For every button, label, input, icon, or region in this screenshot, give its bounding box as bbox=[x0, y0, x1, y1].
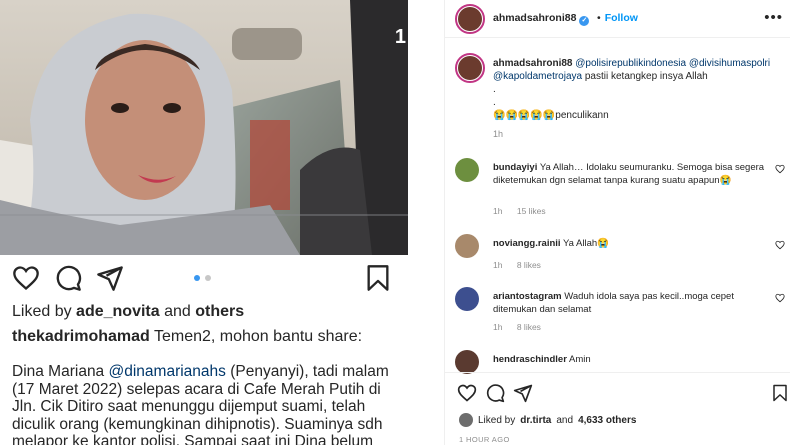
caption-avatar[interactable] bbox=[455, 53, 485, 83]
footer-liked-user-link[interactable]: dr.tirta bbox=[520, 415, 551, 426]
header-dot: • bbox=[597, 12, 601, 24]
comment-text: ariantostagram Waduh idola saya pas keci… bbox=[493, 290, 775, 316]
heart-icon[interactable] bbox=[457, 383, 477, 403]
comment-body: Ya Allah😭 bbox=[563, 238, 610, 249]
comment-text: bundayiyi Ya Allah… Idolaku seumuranku. … bbox=[493, 161, 775, 187]
comment-avatar[interactable] bbox=[455, 234, 479, 258]
bookmark-icon[interactable] bbox=[364, 264, 392, 292]
photo-illustration bbox=[0, 0, 408, 255]
comment-username-link[interactable]: ariantostagram bbox=[493, 291, 562, 302]
liker-avatar[interactable] bbox=[459, 413, 473, 427]
bookmark-icon[interactable] bbox=[771, 383, 789, 403]
carousel-dots bbox=[194, 275, 211, 281]
liked-and: and bbox=[164, 303, 191, 320]
comment-text: hendraschindler Amin bbox=[493, 353, 775, 366]
caption-line2: . bbox=[493, 84, 496, 95]
caption-username-link[interactable]: thekadrimohamad bbox=[12, 328, 150, 345]
comments-sidebar: ahmadsahroni88 ✓ • Follow ••• ahmadsahroni… bbox=[444, 0, 790, 445]
header-username-text[interactable]: ahmadsahroni88 bbox=[493, 12, 576, 24]
share-icon[interactable] bbox=[513, 383, 533, 403]
follow-button[interactable]: • Follow bbox=[597, 12, 638, 24]
caption-main-text: pastii ketangkep insya Allah bbox=[584, 71, 708, 82]
caption-name: Dina Mariana bbox=[12, 363, 105, 380]
footer-liked-prefix: Liked by bbox=[478, 414, 516, 426]
caption-emoji: 😭😭😭😭😭 bbox=[493, 110, 556, 121]
comment-body: Amin bbox=[569, 354, 591, 365]
footer-liked-count-link[interactable]: 4,633 others bbox=[578, 415, 636, 426]
caption-time[interactable]: 1h bbox=[493, 129, 503, 139]
caption-line4-text: penculikann bbox=[555, 110, 609, 121]
comment-time[interactable]: 1h bbox=[493, 260, 502, 270]
photo-counter: 1 bbox=[394, 26, 406, 48]
carousel-dot[interactable] bbox=[205, 275, 211, 281]
caption-first-text: Temen2, mohon bantu share: bbox=[153, 328, 363, 345]
footer-liked-and: and bbox=[556, 414, 574, 426]
footer-liked-by: Liked by dr.tirta and 4,633 others bbox=[459, 413, 636, 427]
liked-by-line: Liked by ade_novita and others bbox=[12, 303, 244, 321]
heart-icon[interactable] bbox=[775, 293, 785, 303]
post-panel: 1 Liked by ade_novita and others thekadr… bbox=[0, 0, 408, 445]
verified-icon: ✓ bbox=[579, 16, 590, 26]
liked-prefix: Liked by bbox=[12, 303, 72, 320]
comment-meta: 1h 15 likes bbox=[493, 206, 558, 216]
heart-icon[interactable] bbox=[775, 164, 785, 174]
comment-avatar[interactable] bbox=[455, 158, 479, 182]
more-icon[interactable]: ••• bbox=[764, 9, 783, 26]
comment-time[interactable]: 1h bbox=[493, 322, 502, 332]
sidebar-caption-text: ahmadsahroni88 @polisirepublikindonesia … bbox=[493, 57, 783, 122]
comment-meta: 1h 8 likes bbox=[493, 260, 553, 270]
header-avatar[interactable] bbox=[455, 4, 485, 34]
liked-by-user-link[interactable]: ade_novita bbox=[76, 303, 160, 320]
caption-mention-link[interactable]: @dinamarianahs bbox=[109, 363, 226, 380]
liked-others-link[interactable]: others bbox=[195, 303, 244, 320]
comment-icon[interactable] bbox=[485, 383, 505, 403]
sidebar-header: ahmadsahroni88 ✓ • Follow ••• bbox=[445, 0, 790, 38]
share-icon[interactable] bbox=[96, 264, 124, 292]
caption-first-line: thekadrimohamad Temen2, mohon bantu shar… bbox=[12, 328, 407, 346]
comment-username-link[interactable]: bundayiyi bbox=[493, 162, 537, 173]
comment-username-link[interactable]: noviangg.rainii bbox=[493, 238, 561, 249]
post-timestamp[interactable]: 1 HOUR AGO bbox=[459, 435, 510, 444]
caption-body: Dina Mariana @dinamarianahs (Penyanyi), … bbox=[12, 363, 406, 445]
comment-likes[interactable]: 15 likes bbox=[517, 206, 546, 216]
heart-icon[interactable] bbox=[12, 264, 40, 292]
comment-meta: 1h 8 likes bbox=[493, 322, 553, 332]
comment-icon[interactable] bbox=[54, 264, 82, 292]
comment-likes[interactable]: 8 likes bbox=[517, 260, 541, 270]
heart-icon[interactable] bbox=[775, 240, 785, 250]
caption-line3: . bbox=[493, 97, 496, 108]
caption-author-link[interactable]: ahmadsahroni88 bbox=[493, 58, 572, 69]
comment-time[interactable]: 1h bbox=[493, 206, 502, 216]
sidebar-footer: Liked by dr.tirta and 4,633 others 1 HOU… bbox=[445, 372, 790, 445]
header-username[interactable]: ahmadsahroni88 ✓ bbox=[493, 12, 590, 26]
carousel-dot-active[interactable] bbox=[194, 275, 200, 281]
comment-text: noviangg.rainii Ya Allah😭 bbox=[493, 237, 775, 250]
caption-line4: 😭😭😭😭😭penculikann bbox=[493, 109, 783, 122]
comment-likes[interactable]: 8 likes bbox=[517, 322, 541, 332]
follow-label[interactable]: Follow bbox=[605, 12, 638, 24]
comment-avatar[interactable] bbox=[455, 287, 479, 311]
comment-avatar[interactable] bbox=[455, 350, 479, 374]
post-photo[interactable]: 1 bbox=[0, 0, 408, 255]
comment-username-link[interactable]: hendraschindler bbox=[493, 354, 567, 365]
